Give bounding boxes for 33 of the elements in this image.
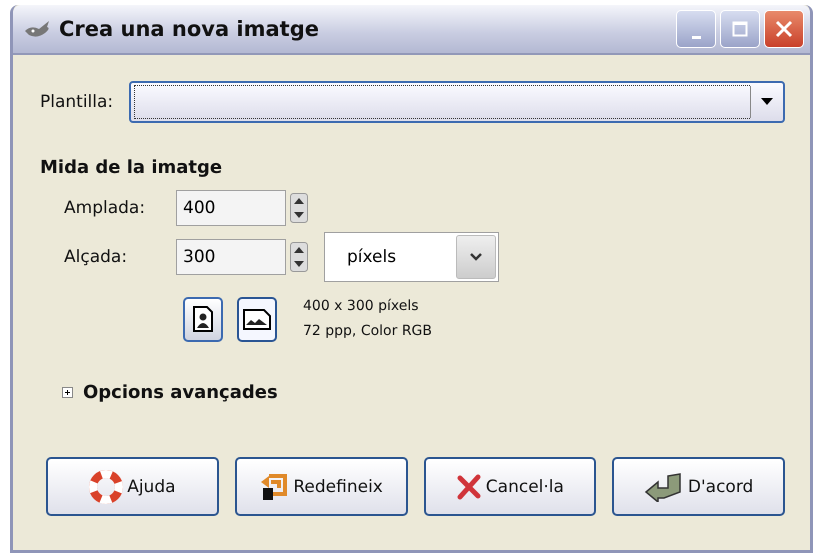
arrow-icon (644, 472, 684, 502)
minimize-icon (692, 36, 700, 39)
section-title: Mida de la imatge (40, 157, 224, 178)
spin-button[interactable] (290, 242, 308, 272)
height-field[interactable]: 300 (176, 239, 286, 275)
template-label: Plantilla: (40, 92, 114, 112)
image-info-text: 72 ppp, Color RGB (303, 322, 432, 341)
units-dropdown[interactable]: píxels (324, 232, 499, 282)
dropdown-arrow-icon (761, 98, 773, 106)
template-dropdown[interactable] (129, 81, 785, 123)
reset-button[interactable]: Redefineix (234, 457, 408, 516)
advanced-options-expander[interactable]: Opcions avançades (83, 382, 278, 403)
help-button[interactable]: Ajuda (46, 457, 219, 516)
landscape-button[interactable] (237, 296, 277, 342)
width-label: Amplada: (64, 198, 146, 218)
image-info-text: 400 x 300 píxels (303, 297, 420, 316)
height-label: Alçada: (64, 247, 128, 267)
maximize-icon (732, 21, 748, 37)
window-title: Crea una nova imatge (59, 17, 320, 41)
landscape-page-icon (243, 308, 271, 330)
close-button[interactable] (764, 10, 804, 48)
width-field[interactable]: 400 (176, 190, 286, 226)
close-icon (775, 20, 793, 38)
ok-button[interactable]: D'acord (612, 457, 785, 516)
expander-icon[interactable] (62, 387, 73, 398)
portrait-button[interactable] (183, 296, 223, 342)
chevron-down-icon (470, 253, 482, 261)
cross-icon (456, 474, 482, 500)
reset-arrow-icon (259, 472, 290, 502)
lifebuoy-icon (89, 470, 124, 504)
person-page-icon (192, 306, 214, 332)
spin-button[interactable] (290, 193, 308, 223)
cancel-button[interactable]: Cancel·la (424, 457, 596, 516)
